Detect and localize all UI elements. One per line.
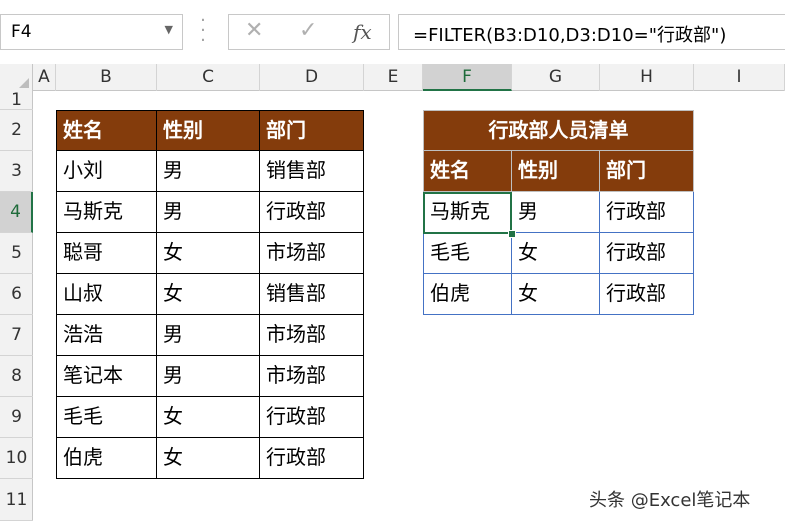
result-cell[interactable]: 行政部 — [600, 192, 694, 233]
row-header-5[interactable]: 5 — [0, 233, 33, 274]
formula-text: =FILTER(B3:D10,D3:D10="行政部") — [413, 25, 727, 46]
row-header-10[interactable]: 10 — [0, 438, 33, 479]
result-title[interactable]: 行政部人员清单 — [423, 110, 694, 151]
formula-buttons: ✕ ✓ fx — [228, 14, 390, 50]
column-header-i[interactable]: I — [694, 64, 785, 91]
row-header-6[interactable]: 6 — [0, 274, 33, 315]
source-cell[interactable]: 市场部 — [260, 315, 364, 356]
result-cell[interactable]: 女 — [512, 274, 600, 315]
column-headers: A B C D E F G H I — [0, 64, 785, 91]
name-box[interactable]: F4 ▼ — [0, 14, 183, 50]
row-header-3[interactable]: 3 — [0, 151, 33, 192]
row-header-9[interactable]: 9 — [0, 397, 33, 438]
column-header-c[interactable]: C — [157, 64, 260, 91]
column-header-h[interactable]: H — [600, 64, 694, 91]
source-cell[interactable]: 销售部 — [260, 151, 364, 192]
source-header-gender[interactable]: 性别 — [157, 110, 260, 151]
result-cell[interactable]: 毛毛 — [423, 233, 512, 274]
column-header-a[interactable]: A — [33, 64, 56, 91]
source-cell[interactable]: 男 — [157, 315, 260, 356]
column-header-f[interactable]: F — [423, 64, 512, 91]
source-cell[interactable]: 伯虎 — [56, 438, 157, 479]
result-cell[interactable]: 女 — [512, 233, 600, 274]
result-cell[interactable]: 行政部 — [600, 233, 694, 274]
drag-handle-icon[interactable]: · · · — [197, 12, 209, 50]
row-header-4[interactable]: 4 — [0, 192, 33, 233]
chevron-down-icon[interactable]: ▼ — [165, 23, 173, 36]
enter-icon[interactable]: ✓ — [299, 18, 317, 43]
source-cell[interactable]: 聪哥 — [56, 233, 157, 274]
row-header-11[interactable]: 11 — [0, 479, 33, 521]
source-header-department[interactable]: 部门 — [260, 110, 364, 151]
source-cell[interactable]: 女 — [157, 233, 260, 274]
source-cell[interactable]: 毛毛 — [56, 397, 157, 438]
result-cell[interactable]: 男 — [512, 192, 600, 233]
row-header-2[interactable]: 2 — [0, 110, 33, 151]
column-header-b[interactable]: B — [56, 64, 157, 91]
row-header-7[interactable]: 7 — [0, 315, 33, 356]
source-cell[interactable]: 女 — [157, 438, 260, 479]
row-header-8[interactable]: 8 — [0, 356, 33, 397]
source-cell[interactable]: 行政部 — [260, 438, 364, 479]
result-cell[interactable]: 马斯克 — [423, 192, 512, 233]
source-cell[interactable]: 笔记本 — [56, 356, 157, 397]
source-cell[interactable]: 女 — [157, 274, 260, 315]
result-header-gender[interactable]: 性别 — [512, 151, 600, 192]
source-cell[interactable]: 市场部 — [260, 233, 364, 274]
formula-bar-area: F4 ▼ · · · ✕ ✓ fx =FILTER(B3:D10,D3:D10="行… — [0, 0, 785, 64]
source-cell[interactable]: 男 — [157, 192, 260, 233]
source-cell[interactable]: 男 — [157, 151, 260, 192]
cancel-icon[interactable]: ✕ — [245, 18, 263, 43]
source-cell[interactable]: 女 — [157, 397, 260, 438]
column-header-e[interactable]: E — [364, 64, 423, 91]
source-cell[interactable]: 男 — [157, 356, 260, 397]
source-cell[interactable]: 销售部 — [260, 274, 364, 315]
source-cell[interactable]: 小刘 — [56, 151, 157, 192]
source-cell[interactable]: 市场部 — [260, 356, 364, 397]
result-cell[interactable]: 行政部 — [600, 274, 694, 315]
name-box-value: F4 — [11, 22, 32, 42]
result-header-department[interactable]: 部门 — [600, 151, 694, 192]
formula-input[interactable]: =FILTER(B3:D10,D3:D10="行政部") — [398, 14, 785, 50]
column-header-d[interactable]: D — [260, 64, 364, 91]
row-headers: 1 2 3 4 5 6 7 8 9 10 11 — [0, 91, 33, 521]
source-cell[interactable]: 浩浩 — [56, 315, 157, 356]
fill-handle[interactable] — [508, 230, 516, 238]
result-cell[interactable]: 伯虎 — [423, 274, 512, 315]
source-cell[interactable]: 山叔 — [56, 274, 157, 315]
watermark: 头条 @Excel笔记本 — [589, 490, 751, 511]
source-cell[interactable]: 行政部 — [260, 397, 364, 438]
result-header-name[interactable]: 姓名 — [423, 151, 512, 192]
source-header-name[interactable]: 姓名 — [56, 110, 157, 151]
select-all-corner[interactable] — [0, 64, 33, 91]
source-cell[interactable]: 马斯克 — [56, 192, 157, 233]
insert-function-icon[interactable]: fx — [353, 20, 372, 44]
source-cell[interactable]: 行政部 — [260, 192, 364, 233]
row-header-1[interactable]: 1 — [0, 91, 33, 110]
column-header-g[interactable]: G — [512, 64, 600, 91]
